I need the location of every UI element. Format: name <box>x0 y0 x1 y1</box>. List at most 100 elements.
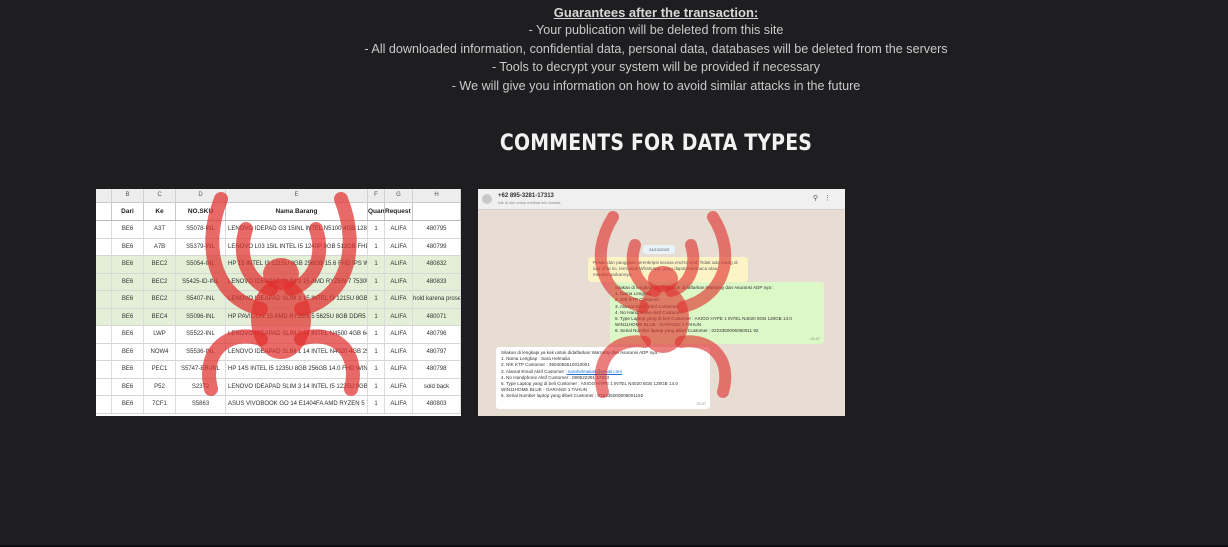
table-cell: BE6 <box>112 291 144 308</box>
table-cell: BE6 <box>112 308 144 325</box>
menu-dots-icon[interactable]: ⋮ <box>824 195 837 202</box>
table-cell: S5054-INL <box>176 256 226 273</box>
table-cell: 1 <box>368 396 385 413</box>
chat-header: +62 895-3281-17313 klik di sini untuk me… <box>478 189 845 210</box>
table-cell: HP 15 INTEL I3 1215U 8GB 256GB 15.6 FHD … <box>226 256 368 273</box>
table-cell: LENOVO IDEAPAD SLIM 3 14 INTEL I5 1235U … <box>226 378 368 395</box>
table-cell <box>96 273 112 290</box>
table-cell: BE6 <box>112 361 144 378</box>
column-header[interactable]: NO.SKU <box>176 203 226 220</box>
table-cell <box>96 343 112 360</box>
spreadsheet-rows: BE6 A3T S5078-INL LENOVO IDEPAD G3 15INL IN… <box>96 221 461 414</box>
column-header[interactable]: Quantity <box>368 203 385 220</box>
message-line: 6. Serial Number laptop yang dibeli Cust… <box>615 328 759 334</box>
column-letter-row: BCDEFGH <box>96 189 461 203</box>
table-row[interactable]: BE6 LWP S5522-INL LENOVO IDEAPAD SLIM 3 14 … <box>96 326 461 344</box>
table-cell: 1 <box>368 256 385 273</box>
guarantee-item: - Tools to decrypt your system will be p… <box>491 60 821 74</box>
column-letter[interactable]: D <box>176 189 226 202</box>
column-header[interactable]: Request dari <box>385 203 413 220</box>
table-cell: ALIFA <box>385 256 413 273</box>
guarantee-item: - All downloaded information, confidenti… <box>364 41 948 56</box>
table-cell: 1 <box>368 326 385 343</box>
table-cell: 1 <box>368 291 385 308</box>
table-row[interactable]: BE6 PEC1 S5747-ER-INL HP 14S INTEL I5 1235U… <box>96 361 461 379</box>
search-icon[interactable]: ⚲ <box>813 195 824 202</box>
table-row[interactable]: BE6 A3T S5078-INL LENOVO IDEPAD G3 15INL IN… <box>96 221 461 239</box>
table-cell <box>96 238 112 255</box>
table-cell: 7CF1 <box>144 396 176 413</box>
section-heading: COMMENTS FOR DATA TYPES <box>499 131 813 156</box>
table-cell: BEC4 <box>144 308 176 325</box>
table-cell: 480803 <box>413 396 461 413</box>
column-letter[interactable]: C <box>144 189 176 202</box>
spreadsheet-header-row: DariKeNO.SKUNama BarangQuantityRequest d… <box>96 203 461 221</box>
column-header[interactable]: Dari <box>112 203 144 220</box>
table-row[interactable]: BE6 7CF1 S5863 ASUS VIVOBOOK GO 14 E1404FA … <box>96 396 461 414</box>
table-cell: ALIFA <box>385 378 413 395</box>
table-cell: HP 14S INTEL I5 1235U 8GB 256GB 14.0 FHD… <box>226 361 368 378</box>
table-cell: 1 <box>368 238 385 255</box>
table-cell: P52 <box>144 378 176 395</box>
table-cell: 480799 <box>413 238 461 255</box>
table-cell <box>96 221 112 238</box>
table-cell: S5379-INL <box>176 238 226 255</box>
column-letter[interactable]: G <box>385 189 413 202</box>
message-lines: 1. Nama Lengkap :2. NIK KTP Customer :3.… <box>615 291 819 334</box>
table-cell: BEC2 <box>144 256 176 273</box>
table-cell: 480797 <box>413 343 461 360</box>
table-cell: 1 <box>368 273 385 290</box>
table-row[interactable]: BE6 P52 S2372 LENOVO IDEAPAD SLIM 3 14 INTE… <box>96 378 461 396</box>
message-line: 5. Type Laptop yang di beli Customer : A… <box>501 381 678 393</box>
table-cell: A3T <box>144 221 176 238</box>
table-cell: BE6 <box>112 343 144 360</box>
table-cell: S5407-INL <box>176 291 226 308</box>
table-cell: BE6 <box>112 273 144 290</box>
contact-subtitle: klik di sini untuk melihat info kontak <box>498 199 561 205</box>
avatar <box>482 194 492 204</box>
table-cell: ASUS VIVOBOOK GO 14 E1404FA AMD RYZEN 5 … <box>226 396 368 413</box>
column-letter[interactable]: H <box>413 189 461 202</box>
table-cell: BE6 <box>112 378 144 395</box>
table-cell: BE6 <box>112 326 144 343</box>
table-cell <box>96 361 112 378</box>
table-cell: 480796 <box>413 326 461 343</box>
corner-cell <box>96 189 112 202</box>
email-link[interactable]: sarahelmalia6@gmail.com <box>567 369 622 374</box>
table-cell: ALIFA <box>385 238 413 255</box>
column-letter[interactable]: E <box>226 189 368 202</box>
guarantees-title: Guarantees after the transaction: <box>553 5 759 20</box>
table-cell: LENOVO IDEAPAD SLIM 3 15 INTEL I3 1215U … <box>226 291 368 308</box>
column-header[interactable]: Ke <box>144 203 176 220</box>
column-header[interactable]: Nama Barang <box>226 203 368 220</box>
table-row[interactable]: BE6 BEC2 S5054-INL HP 15 INTEL I3 1215U 8GB… <box>96 256 461 274</box>
table-cell: 1 <box>368 221 385 238</box>
table-row[interactable]: BE6 NOW4 S5536-INL LENOVO IDEAPAD SLIM 1 14… <box>96 343 461 361</box>
table-cell <box>96 256 112 273</box>
table-row[interactable]: BE6 BEC2 S5425-ID-INL LENOVO IDEAPAD SLIM 3… <box>96 273 461 291</box>
date-pill: 24/10/2023 <box>643 245 676 254</box>
guarantees-block: Guarantees after the transaction: - Your… <box>0 4 1228 95</box>
table-row[interactable]: BE6 BEC4 S5096-INL HP PAVILION 15 AMD RYZEN… <box>96 308 461 326</box>
table-cell: 1 <box>368 308 385 325</box>
table-cell <box>96 308 112 325</box>
table-row[interactable]: BE6 A7B S5379-INL LENOVO L03 15IL INTEL I5 … <box>96 238 461 256</box>
table-cell: ALIFA <box>385 221 413 238</box>
table-cell: ALIFA <box>385 308 413 325</box>
column-letter[interactable]: B <box>112 189 144 202</box>
table-cell <box>96 291 112 308</box>
table-cell: LENOVO IDEAPAD SLIM 1 14 INTEL N4020 4GB… <box>226 343 368 360</box>
table-cell: 480798 <box>413 361 461 378</box>
whatsapp-chat-screenshot[interactable]: +62 895-3281-17313 klik di sini untuk me… <box>478 189 845 416</box>
column-header[interactable] <box>413 203 461 220</box>
table-cell <box>96 326 112 343</box>
table-cell <box>96 378 112 395</box>
table-cell: LENOVO L03 15IL INTEL I5 1240P 8GB 512GB… <box>226 238 368 255</box>
table-row[interactable]: BE6 BEC2 S5407-INL LENOVO IDEAPAD SLIM 3 15… <box>96 291 461 309</box>
table-cell: S5747-ER-INL <box>176 361 226 378</box>
table-cell: LWP <box>144 326 176 343</box>
column-letter[interactable]: F <box>368 189 385 202</box>
spreadsheet-screenshot[interactable]: BCDEFGH DariKeNO.SKUNama BarangQuantityR… <box>96 189 461 416</box>
table-cell: ALIFA <box>385 396 413 413</box>
message-time: 20.47 <box>696 401 706 406</box>
